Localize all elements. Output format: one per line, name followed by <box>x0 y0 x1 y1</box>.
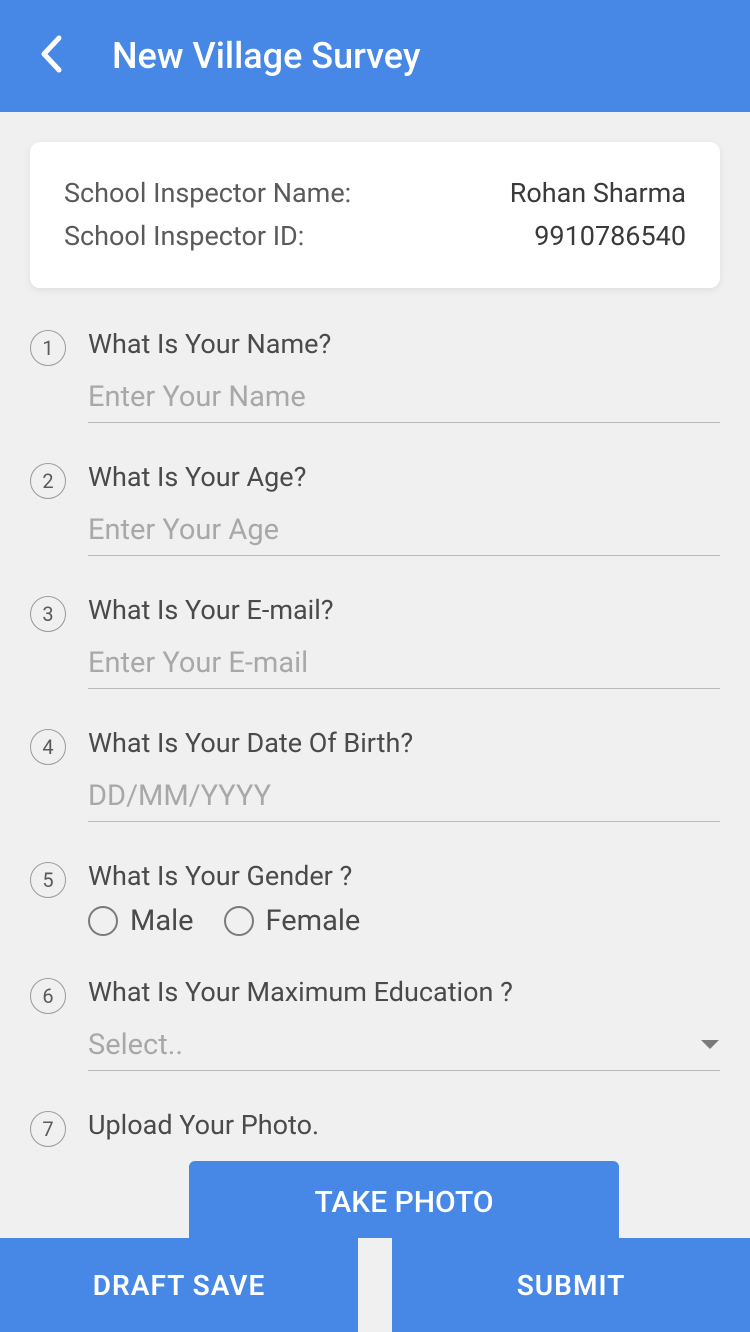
inspector-name-row: School Inspector Name: Rohan Sharma <box>64 172 686 215</box>
radio-circle-icon <box>88 906 118 936</box>
take-photo-button[interactable]: TAKE PHOTO <box>189 1161 619 1238</box>
question-number-1: 1 <box>30 330 66 366</box>
inspector-card: School Inspector Name: Rohan Sharma Scho… <box>30 142 720 288</box>
question-gender: 5 What Is Your Gender ? Male Female <box>30 860 720 938</box>
radio-female[interactable]: Female <box>224 904 361 938</box>
question-number-7: 7 <box>30 1111 66 1147</box>
question-label-photo: Upload Your Photo. <box>88 1109 720 1141</box>
question-label-name: What Is Your Name? <box>88 328 720 360</box>
education-select[interactable]: Select.. <box>88 1020 720 1071</box>
inspector-name-label: School Inspector Name: <box>64 172 351 215</box>
inspector-id-value: 9910786540 <box>534 215 686 258</box>
question-content-1: What Is Your Name? <box>88 328 720 423</box>
question-number-6: 6 <box>30 978 66 1014</box>
question-dob: 4 What Is Your Date Of Birth? <box>30 727 720 822</box>
radio-label-female: Female <box>266 904 361 938</box>
select-placeholder-text: Select.. <box>88 1028 183 1062</box>
chevron-down-icon <box>700 1036 720 1055</box>
name-input[interactable] <box>88 372 720 423</box>
radio-male[interactable]: Male <box>88 904 194 938</box>
question-label-email: What Is Your E-mail? <box>88 594 720 626</box>
question-content-5: What Is Your Gender ? Male Female <box>88 860 720 938</box>
page-title: New Village Survey <box>112 35 420 77</box>
radio-circle-icon <box>224 906 254 936</box>
question-label-dob: What Is Your Date Of Birth? <box>88 727 720 759</box>
question-number-2: 2 <box>30 463 66 499</box>
submit-button[interactable]: SUBMIT <box>392 1238 750 1332</box>
footer-actions: DRAFT SAVE SUBMIT <box>0 1238 750 1332</box>
question-age: 2 What Is Your Age? <box>30 461 720 556</box>
question-photo: 7 Upload Your Photo. TAKE PHOTO <box>30 1109 720 1238</box>
dob-input[interactable] <box>88 771 720 822</box>
email-input[interactable] <box>88 638 720 689</box>
question-name: 1 What Is Your Name? <box>30 328 720 423</box>
question-email: 3 What Is Your E-mail? <box>30 594 720 689</box>
draft-save-button[interactable]: DRAFT SAVE <box>0 1238 358 1332</box>
form-content: School Inspector Name: Rohan Sharma Scho… <box>0 112 750 1238</box>
inspector-id-row: School Inspector ID: 9910786540 <box>64 215 686 258</box>
question-label-age: What Is Your Age? <box>88 461 720 493</box>
inspector-name-value: Rohan Sharma <box>510 172 686 215</box>
question-number-5: 5 <box>30 862 66 898</box>
question-content-7: Upload Your Photo. TAKE PHOTO <box>88 1109 720 1238</box>
gender-radio-group: Male Female <box>88 904 720 938</box>
question-number-3: 3 <box>30 596 66 632</box>
question-label-education: What Is Your Maximum Education ? <box>88 976 720 1008</box>
question-label-gender: What Is Your Gender ? <box>88 860 720 892</box>
question-number-4: 4 <box>30 729 66 765</box>
back-icon[interactable] <box>40 35 62 77</box>
question-content-2: What Is Your Age? <box>88 461 720 556</box>
question-content-3: What Is Your E-mail? <box>88 594 720 689</box>
age-input[interactable] <box>88 505 720 556</box>
inspector-id-label: School Inspector ID: <box>64 215 304 258</box>
app-header: New Village Survey <box>0 0 750 112</box>
radio-label-male: Male <box>130 904 194 938</box>
question-content-6: What Is Your Maximum Education ? Select.… <box>88 976 720 1071</box>
question-content-4: What Is Your Date Of Birth? <box>88 727 720 822</box>
question-education: 6 What Is Your Maximum Education ? Selec… <box>30 976 720 1071</box>
